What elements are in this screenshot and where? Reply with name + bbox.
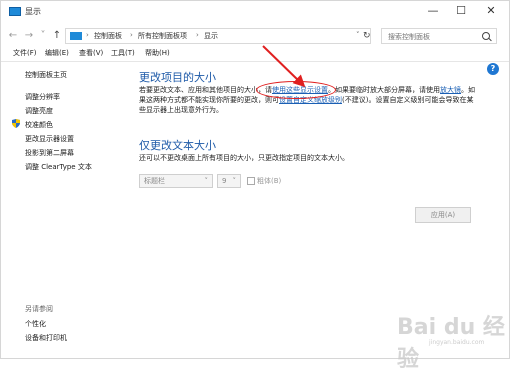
chevron-down-icon: ˅ bbox=[204, 177, 209, 185]
watermark-url: jingyan.baidu.com bbox=[429, 339, 485, 346]
maximize-button[interactable]: ☐ bbox=[447, 3, 475, 19]
menu-tools[interactable]: 工具(T) bbox=[111, 48, 135, 58]
apply-button[interactable]: 应用(A) bbox=[415, 207, 471, 223]
section-title-text-size: 仅更改文本大小 bbox=[139, 139, 216, 152]
control-panel-icon bbox=[70, 32, 82, 40]
address-dropdown-icon[interactable]: ˅ bbox=[356, 31, 360, 39]
address-row: ← → ˅ ↑ › 控制面板 › 所有控制面板项 › 显示 ˅ ↻ bbox=[1, 25, 509, 47]
breadcrumb-display[interactable]: 显示 bbox=[204, 31, 218, 41]
minimize-button[interactable]: — bbox=[419, 3, 447, 19]
back-arrow-icon[interactable]: ← bbox=[7, 29, 19, 43]
shield-icon bbox=[12, 119, 20, 128]
size-select-value: 9 bbox=[222, 177, 227, 185]
text-size-description: 还可以不更改桌面上所有项目的大小，只更改指定项目的文本大小。 bbox=[139, 154, 349, 162]
magnifier-link[interactable]: 放大镜 bbox=[440, 86, 461, 94]
description-line-3: 些显示器上出现意外行为。 bbox=[139, 106, 223, 114]
sidebar-item-project[interactable]: 投影到第二屏幕 bbox=[25, 148, 74, 158]
menu-bar: 文件(F) 编辑(E) 查看(V) 工具(T) 帮助(H) bbox=[1, 47, 509, 61]
menu-divider bbox=[1, 61, 509, 62]
breadcrumb-all-items[interactable]: 所有控制面板项 bbox=[138, 31, 187, 41]
item-select-value: 标题栏 bbox=[144, 177, 165, 185]
bold-checkbox[interactable] bbox=[247, 177, 255, 185]
window-title: 显示 bbox=[25, 7, 41, 16]
sidebar-item-display-settings[interactable]: 更改显示器设置 bbox=[25, 134, 74, 144]
sidebar-item-cleartype[interactable]: 调整 ClearType 文本 bbox=[25, 162, 92, 172]
search-input[interactable] bbox=[386, 30, 480, 44]
desc-text: 。如果要临时放大部分屏幕，请使用 bbox=[328, 86, 440, 94]
desc-text: (不建议)。设置自定义级别可能会导致在某 bbox=[342, 96, 474, 104]
display-window: 显示 — ☐ ✕ ← → ˅ ↑ › 控制面板 › 所有控制面板项 › 显示 ˅… bbox=[0, 0, 510, 372]
desc-text: 。如 bbox=[461, 86, 475, 94]
sidebar-item-calibrate-color[interactable]: 校准颜色 bbox=[25, 120, 53, 130]
desc-text: 若要更改文本、应用和其他项目的大小，请 bbox=[139, 86, 272, 94]
sidebar-item-home[interactable]: 控制面板主页 bbox=[25, 70, 67, 80]
help-icon[interactable]: ? bbox=[487, 63, 499, 75]
size-select[interactable]: 9 ˅ bbox=[217, 174, 241, 188]
up-arrow-icon[interactable]: ↑ bbox=[51, 29, 63, 43]
menu-view[interactable]: 查看(V) bbox=[79, 48, 103, 58]
forward-arrow-icon[interactable]: → bbox=[23, 29, 35, 43]
breadcrumb-control-panel[interactable]: 控制面板 bbox=[94, 31, 122, 41]
address-bar[interactable]: › 控制面板 › 所有控制面板项 › 显示 ˅ bbox=[65, 28, 371, 44]
breadcrumb-separator-icon: › bbox=[86, 31, 89, 39]
breadcrumb-separator-icon: › bbox=[130, 31, 133, 39]
item-select[interactable]: 标题栏 ˅ bbox=[139, 174, 213, 188]
menu-file[interactable]: 文件(F) bbox=[13, 48, 37, 58]
see-also-personalization[interactable]: 个性化 bbox=[25, 319, 46, 329]
breadcrumb-separator-icon: › bbox=[196, 31, 199, 39]
desc-text: 果这两种方式都不能实现你所要的更改，则可 bbox=[139, 96, 279, 104]
title-bar: 显示 — ☐ ✕ bbox=[1, 1, 509, 23]
bold-checkbox-label: 粗体(B) bbox=[257, 177, 282, 185]
menu-edit[interactable]: 编辑(E) bbox=[45, 48, 69, 58]
recent-chevron-icon[interactable]: ˅ bbox=[37, 29, 49, 43]
annotation-ellipse bbox=[256, 81, 336, 99]
sidebar-item-brightness[interactable]: 调整亮度 bbox=[25, 106, 53, 116]
chevron-down-icon: ˅ bbox=[232, 177, 237, 185]
display-app-icon bbox=[9, 7, 21, 16]
see-also-title: 另请参阅 bbox=[25, 305, 53, 313]
sidebar-item-resolution[interactable]: 调整分辨率 bbox=[25, 92, 60, 102]
close-button[interactable]: ✕ bbox=[477, 3, 505, 19]
see-also-devices-printers[interactable]: 设备和打印机 bbox=[25, 333, 67, 343]
search-box[interactable] bbox=[381, 28, 497, 44]
menu-help[interactable]: 帮助(H) bbox=[145, 48, 170, 58]
search-icon[interactable] bbox=[482, 32, 490, 40]
refresh-icon[interactable]: ↻ bbox=[363, 31, 371, 41]
section-title-change-size: 更改项目的大小 bbox=[139, 71, 216, 84]
